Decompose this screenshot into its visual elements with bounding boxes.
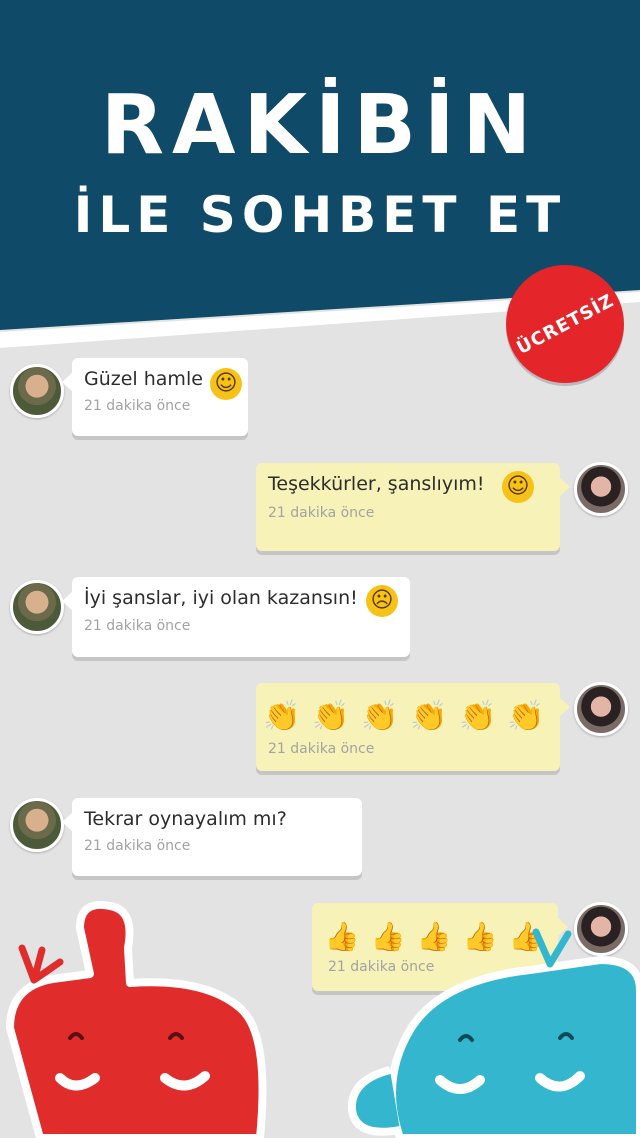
message-text: Güzel hamle (84, 368, 203, 390)
chat-bubble-outgoing: Teşekkürler, şanslıyım! ☺ 21 dakika önce (256, 463, 570, 551)
red-elephant-mascot (6, 901, 267, 1138)
blue-elephant-mascot (347, 928, 640, 1138)
clapping-hands-icon: 👏 (361, 699, 399, 734)
screaming-face-icon: ☹ (366, 585, 398, 617)
avatar-self (574, 462, 628, 516)
clapping-hands-icon: 👏 (263, 699, 301, 734)
smiling-face-icon: ☺ (210, 368, 242, 400)
clapping-hands-icon: 👏 (507, 699, 545, 734)
message-text: Teşekkürler, şanslıyım! (268, 473, 485, 495)
angel-face-icon: ☺ (502, 471, 534, 503)
chat-bubble-outgoing: 👏 👏 👏 👏 👏 👏 21 dakika önce (256, 683, 570, 771)
message-timestamp: 21 dakika önce (268, 741, 375, 757)
avatar-opponent (10, 364, 64, 418)
avatar-opponent (10, 580, 64, 634)
chat-bubble-incoming: Güzel hamle ☺ 21 dakika önce (62, 358, 248, 436)
clapping-hands-icon: 👏 (459, 699, 497, 734)
message-timestamp: 21 dakika önce (84, 618, 191, 634)
chat-bubble-incoming: İyi şanslar, iyi olan kazansın! ☹ 21 dak… (62, 577, 410, 657)
chat-bubble-incoming: Tekrar oynayalım mı? 21 dakika önce (62, 798, 362, 876)
message-text: Tekrar oynayalım mı? (84, 808, 287, 830)
clapping-hands-icon: 👏 (410, 699, 448, 734)
avatar-opponent (10, 798, 64, 852)
avatar-self (574, 682, 628, 736)
message-text: İyi şanslar, iyi olan kazansın! (84, 587, 358, 609)
clapping-hands-icon: 👏 (312, 699, 350, 734)
free-badge: ÜCRETSİZ (506, 265, 624, 383)
headline: RAKİBİN İLE SOHBET ET (0, 78, 640, 250)
headline-line-2: İLE SOHBET ET (73, 186, 567, 244)
message-timestamp: 21 dakika önce (268, 505, 375, 521)
free-badge-label: ÜCRETSİZ (512, 289, 618, 359)
message-timestamp: 21 dakika önce (84, 398, 191, 414)
headline-line-1: RAKİBİN (100, 78, 540, 173)
message-timestamp: 21 dakika önce (84, 838, 191, 854)
